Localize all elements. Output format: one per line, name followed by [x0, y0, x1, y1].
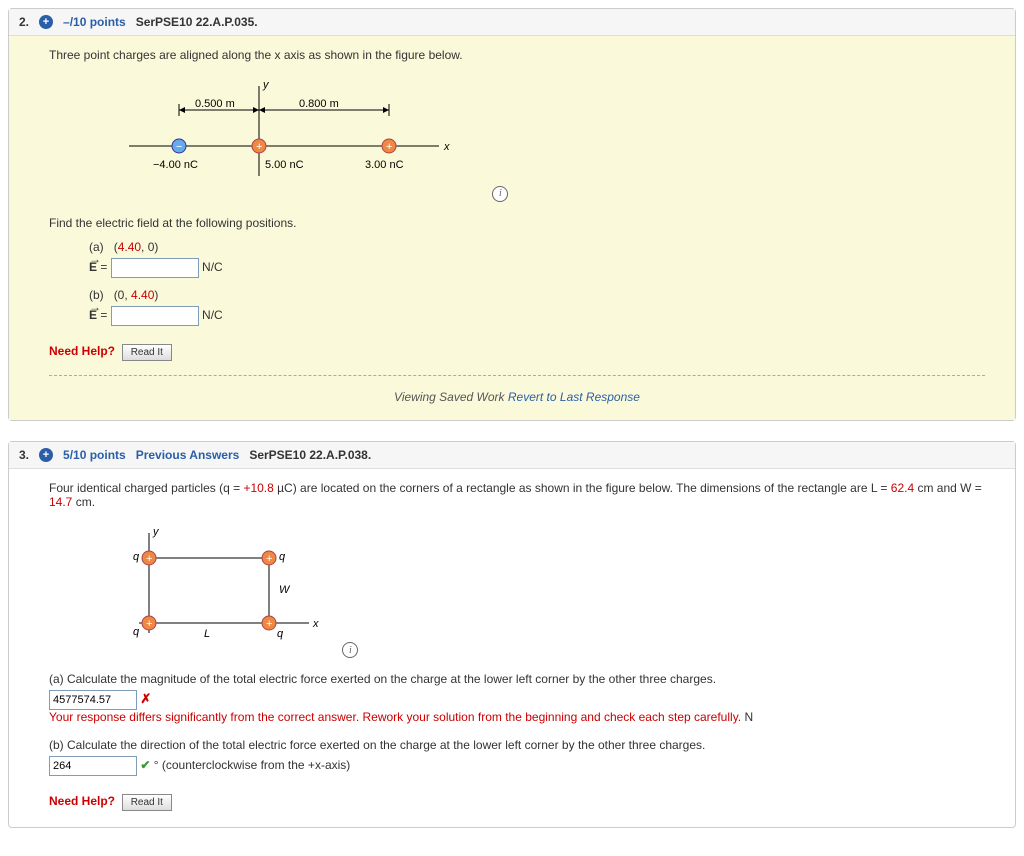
svg-text:x: x	[312, 618, 319, 630]
svg-text:y: y	[152, 526, 160, 538]
problem-serial: SerPSE10 22.A.P.035.	[136, 15, 258, 29]
question-body: Four identical charged particles (q = +1…	[9, 469, 1015, 828]
info-icon[interactable]: i	[342, 642, 358, 658]
answer-input-3a[interactable]	[49, 690, 137, 710]
find-text: Find the electric field at the following…	[49, 216, 985, 230]
part-b-yvalue: 4.40	[131, 288, 154, 302]
svg-text:−: −	[176, 141, 182, 153]
y-axis-label: y	[262, 79, 270, 91]
svg-text:+: +	[266, 553, 272, 565]
question-2: 2. + –/10 points SerPSE10 22.A.P.035. Th…	[8, 8, 1016, 421]
points-label: 5/10 points	[63, 448, 126, 462]
question-header: 2. + –/10 points SerPSE10 22.A.P.035.	[9, 9, 1015, 36]
svg-text:q: q	[133, 551, 140, 563]
intro-text: Three point charges are aligned along th…	[49, 48, 985, 62]
part-b: (b) (0, 4.40) →E = N/C	[89, 288, 985, 326]
part-a: (a) (4.40, 0) →E = N/C	[89, 240, 985, 278]
points-label: –/10 points	[63, 15, 126, 29]
expand-icon[interactable]: +	[39, 15, 53, 29]
svg-text:L: L	[204, 628, 210, 640]
x-axis-label: x	[443, 141, 450, 153]
answer-input-b[interactable]	[111, 306, 199, 326]
unit-b: N/C	[202, 308, 223, 322]
q-value: +10.8	[243, 481, 273, 495]
problem-serial: SerPSE10 22.A.P.038.	[249, 448, 371, 462]
charge-1: −4.00 nC	[153, 159, 198, 171]
unit-a: N/C	[202, 260, 223, 274]
part-b-text: (b) Calculate the direction of the total…	[49, 738, 985, 752]
figure-q2: x y 0.500 m 0.800 m − +	[109, 76, 985, 202]
svg-text:W: W	[279, 584, 291, 596]
w-value: 14.7	[49, 495, 72, 509]
answer-input-a[interactable]	[111, 258, 199, 278]
previous-answers-link[interactable]: Previous Answers	[136, 448, 240, 462]
svg-text:q: q	[279, 551, 286, 563]
rectangle-diagram: y x + + + + q q q q L W	[109, 523, 339, 653]
charge-2: 5.00 nC	[265, 159, 304, 171]
correct-icon: ✔	[140, 758, 150, 772]
figure-q3: y x + + + + q q q q L W i	[109, 523, 985, 659]
read-it-button[interactable]: Read It	[122, 344, 172, 361]
intro-text: Four identical charged particles (q = +1…	[49, 481, 985, 509]
part-a-xvalue: 4.40	[118, 240, 141, 254]
question-number: 3.	[19, 448, 29, 462]
answer-input-3b[interactable]	[49, 756, 137, 776]
svg-text:+: +	[146, 618, 152, 630]
svg-text:+: +	[256, 141, 262, 153]
l-value: 62.4	[891, 481, 914, 495]
question-body: Three point charges are aligned along th…	[9, 36, 1015, 420]
svg-text:+: +	[266, 618, 272, 630]
read-it-button[interactable]: Read It	[122, 794, 172, 811]
e-vector-label: →E	[89, 260, 97, 274]
svg-text:+: +	[386, 141, 392, 153]
revert-row: Viewing Saved Work Revert to Last Respon…	[49, 390, 985, 404]
svg-text:q: q	[133, 626, 140, 638]
e-vector-label: →E	[89, 308, 97, 322]
info-icon[interactable]: i	[492, 186, 508, 202]
question-number: 2.	[19, 15, 29, 29]
part-a-text: (a) Calculate the magnitude of the total…	[49, 672, 985, 686]
revert-link[interactable]: Revert to Last Response	[508, 390, 640, 404]
charge-diagram: x y 0.500 m 0.800 m − +	[109, 76, 489, 196]
question-3: 3. + 5/10 points Previous Answers SerPSE…	[8, 441, 1016, 829]
dist-1: 0.500 m	[195, 98, 235, 110]
charge-3: 3.00 nC	[365, 159, 404, 171]
wrong-icon: ✗	[140, 691, 151, 706]
expand-icon[interactable]: +	[39, 448, 53, 462]
unit-3b: ° (counterclockwise from the +x-axis)	[154, 758, 351, 772]
dist-2: 0.800 m	[299, 98, 339, 110]
error-message: Your response differs significantly from…	[49, 710, 985, 724]
svg-text:q: q	[277, 628, 284, 640]
need-help-label: Need Help?	[49, 344, 115, 358]
svg-text:+: +	[146, 553, 152, 565]
need-help-label: Need Help?	[49, 794, 115, 808]
question-header: 3. + 5/10 points Previous Answers SerPSE…	[9, 442, 1015, 469]
